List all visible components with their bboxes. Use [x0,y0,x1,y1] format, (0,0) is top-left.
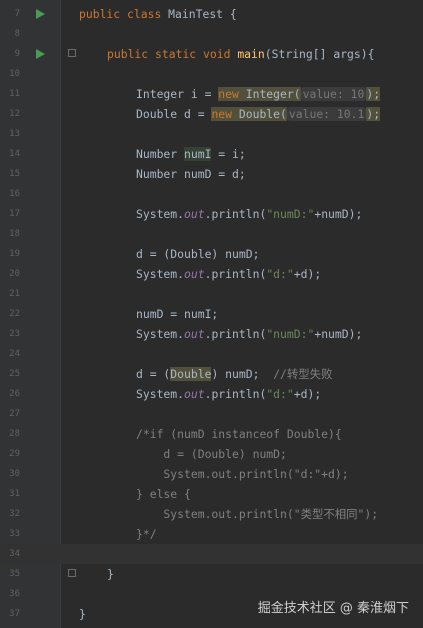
code-line[interactable]: 7 public class MainTest { [0,4,423,24]
line-number: 37 [9,609,20,619]
line-number: 28 [9,429,20,439]
code-text: Number numD = d; [136,167,246,181]
code-line[interactable]: 19 d = (Double) numD; [0,244,423,264]
code-comment: /*if (numD instanceof Double){ [136,427,342,441]
code-line[interactable]: 14 Number numI = i; [0,144,423,164]
code-text: } [107,567,114,581]
code-line[interactable]: 11 Integer i = new Integer(value: 10); [0,84,423,104]
fold-icon[interactable] [68,49,76,57]
line-number: 11 [9,89,20,99]
code-comment: System.out.println("类型不相同"); [136,507,379,521]
line-number: 16 [9,189,20,199]
line-number: 21 [9,289,20,299]
line-number: 15 [9,169,20,179]
run-icon[interactable] [36,49,45,59]
code-line[interactable]: 32 System.out.println("类型不相同"); [0,504,423,524]
code-line[interactable]: 16 [0,184,423,204]
code-line[interactable]: 18 [0,224,423,244]
code-line[interactable]: 20 System.out.println("d:"+d); [0,264,423,284]
fold-icon[interactable] [68,569,76,577]
code-text: Number numI = i; [136,147,246,161]
code-text: public static void main(String[] args){ [107,47,375,61]
code-text: Double d = new Double(value: 10.1); [136,107,381,121]
code-text: public class MainTest { [79,7,237,21]
line-number: 19 [9,249,20,259]
code-line[interactable]: 17 System.out.println("numD:"+numD); [0,204,423,224]
code-line[interactable]: 28 /*if (numD instanceof Double){ [0,424,423,444]
line-number: 23 [9,329,20,339]
code-text: d = (Double) numD; [136,247,260,261]
line-number: 17 [9,209,20,219]
code-line[interactable]: 31 } else { [0,484,423,504]
code-line[interactable]: 10 [0,64,423,84]
line-number: 13 [9,129,20,139]
line-number: 32 [9,509,20,519]
code-text: System.out.println("numD:"+numD); [136,327,363,341]
code-comment: } else { [136,487,191,501]
line-number: 25 [9,369,20,379]
line-number: 8 [14,29,20,39]
code-comment: d = (Double) numD; [136,447,287,461]
line-number: 36 [9,589,20,599]
line-number: 34 [9,549,20,559]
line-number: 27 [9,409,20,419]
code-line[interactable]: 13 [0,124,423,144]
code-line[interactable]: 8 [0,24,423,44]
code-line[interactable]: 26 System.out.println("d:"+d); [0,384,423,404]
code-line[interactable]: 15 Number numD = d; [0,164,423,184]
current-line[interactable]: 34 [0,544,423,564]
line-number: 26 [9,389,20,399]
code-line[interactable]: 22 numD = numI; [0,304,423,324]
code-line[interactable]: 35 } [0,564,423,584]
code-line[interactable]: 9 public static void main(String[] args)… [0,44,423,64]
code-line[interactable]: 25 d = (Double) numD; //转型失败 [0,364,423,384]
line-number: 29 [9,449,20,459]
code-text: System.out.println("d:"+d); [136,267,322,281]
line-number: 31 [9,489,20,499]
code-comment: }*/ [136,527,157,541]
code-line[interactable]: 29 d = (Double) numD; [0,444,423,464]
code-line[interactable]: 21 [0,284,423,304]
code-text: System.out.println("d:"+d); [136,387,322,401]
code-line[interactable]: 30 System.out.println("d:"+d); [0,464,423,484]
watermark: 掘金技术社区 @ 秦淮烟下 [257,601,409,616]
code-line[interactable]: 27 [0,404,423,424]
line-number: 33 [9,529,20,539]
line-number: 20 [9,269,20,279]
line-number: 35 [9,569,20,579]
code-text: Integer i = new Integer(value: 10); [136,87,381,101]
code-text: } [79,607,86,621]
line-number: 18 [9,229,20,239]
line-number: 24 [9,349,20,359]
code-comment: System.out.println("d:"+d); [136,467,349,481]
code-line[interactable]: 33 }*/ [0,524,423,544]
line-number: 12 [9,109,20,119]
code-text: System.out.println("numD:"+numD); [136,207,363,221]
code-line[interactable]: 24 [0,344,423,364]
line-number: 14 [9,149,20,159]
run-icon[interactable] [36,9,45,19]
code-line[interactable]: 12 Double d = new Double(value: 10.1); [0,104,423,124]
parameter-hint: value: 10.1 [286,107,367,121]
line-number: 22 [9,309,20,319]
parameter-hint: value: 10 [300,87,367,101]
code-text: d = (Double) numD; //转型失败 [136,367,333,381]
code-editor[interactable]: 7 public class MainTest { 8 9 public sta… [0,0,423,628]
line-number: 7 [14,9,20,19]
code-text: numD = numI; [136,307,219,321]
code-line[interactable]: 23 System.out.println("numD:"+numD); [0,324,423,344]
line-number: 10 [9,69,20,79]
line-number: 30 [9,469,20,479]
line-number: 9 [14,49,20,59]
